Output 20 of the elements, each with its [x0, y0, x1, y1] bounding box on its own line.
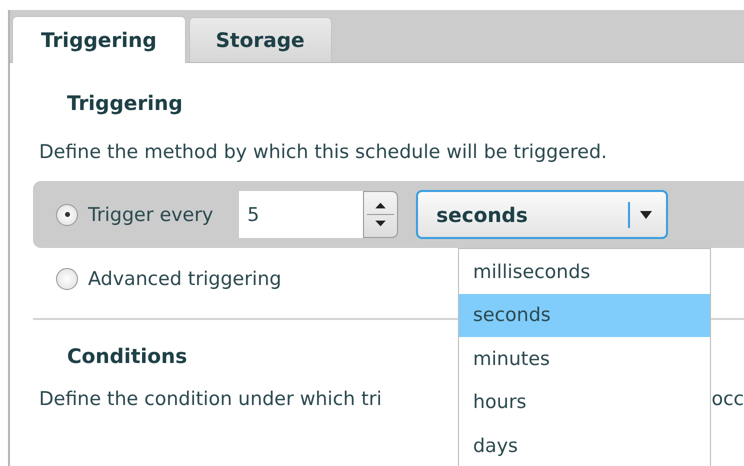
section-heading: Conditions: [67, 344, 188, 370]
section-description: Define the condition under which tri: [39, 388, 382, 410]
radio-button[interactable]: [56, 204, 78, 226]
menu-item[interactable]: seconds: [459, 294, 710, 337]
tab[interactable]: Triggering: [12, 16, 186, 63]
option-label: Advanced triggering: [88, 268, 282, 290]
section-description: occ: [711, 388, 744, 410]
option-label: Trigger every: [88, 204, 214, 226]
menu-item[interactable]: hours: [459, 380, 710, 424]
menu-item[interactable]: milliseconds: [459, 250, 710, 294]
menu-item[interactable]: minutes: [459, 337, 710, 380]
section-description: Define the method by which this schedule will be triggered.: [39, 141, 608, 165]
caret-icon: [640, 210, 652, 218]
spinner-icon[interactable]: [363, 191, 398, 238]
tab[interactable]: Storage: [188, 17, 332, 62]
number-field[interactable]: 5: [239, 191, 364, 238]
menu-item[interactable]: days: [459, 424, 710, 466]
unit-dropdown[interactable]: seconds: [416, 190, 668, 239]
radio-button[interactable]: [56, 268, 78, 290]
section-heading: Triggering: [67, 91, 183, 117]
